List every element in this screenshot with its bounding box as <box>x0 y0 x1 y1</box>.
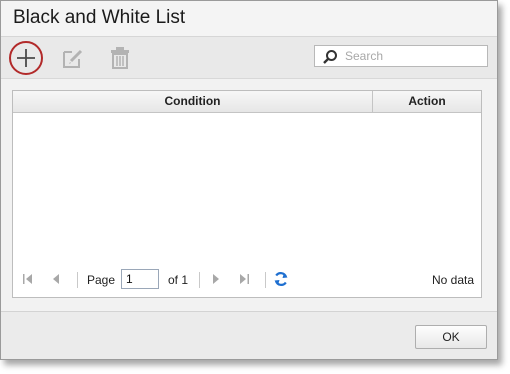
edit-button[interactable] <box>58 43 88 73</box>
last-page-icon[interactable] <box>237 272 251 286</box>
page-number-input[interactable] <box>121 269 159 289</box>
refresh-icon[interactable] <box>273 271 289 287</box>
list-grid: Condition Action Page of 1 <box>12 90 482 298</box>
pager-separator <box>199 272 200 288</box>
search-box <box>314 45 488 67</box>
first-page-icon[interactable] <box>21 272 35 286</box>
toolbar <box>1 37 497 79</box>
delete-button[interactable] <box>105 43 135 73</box>
trash-icon <box>111 47 129 69</box>
black-white-list-dialog: Black and White List Search Condition Ac… <box>0 0 498 360</box>
grid-header: Condition Action <box>13 91 481 113</box>
add-button[interactable] <box>9 41 43 75</box>
ok-button[interactable]: OK <box>415 325 487 349</box>
dialog-title: Black and White List <box>13 7 186 28</box>
previous-page-icon[interactable] <box>49 272 63 286</box>
dialog-footer: OK <box>1 311 497 359</box>
grid-body <box>13 113 481 263</box>
magnifier-icon <box>323 50 337 64</box>
page-label: Page <box>87 273 116 287</box>
title-bar: Black and White List <box>1 1 497 37</box>
pager-status: No data <box>431 273 474 287</box>
edit-icon <box>63 49 83 68</box>
column-header-condition[interactable]: Condition <box>13 91 373 112</box>
next-page-icon[interactable] <box>209 272 223 286</box>
search-input[interactable] <box>345 48 483 64</box>
page-count-label: of 1 <box>168 273 189 287</box>
pagination-bar: Page of 1 No data <box>13 263 481 297</box>
pager-separator <box>77 272 78 288</box>
plus-icon <box>17 49 35 67</box>
pager-separator <box>265 272 266 288</box>
column-header-action[interactable]: Action <box>373 91 481 112</box>
